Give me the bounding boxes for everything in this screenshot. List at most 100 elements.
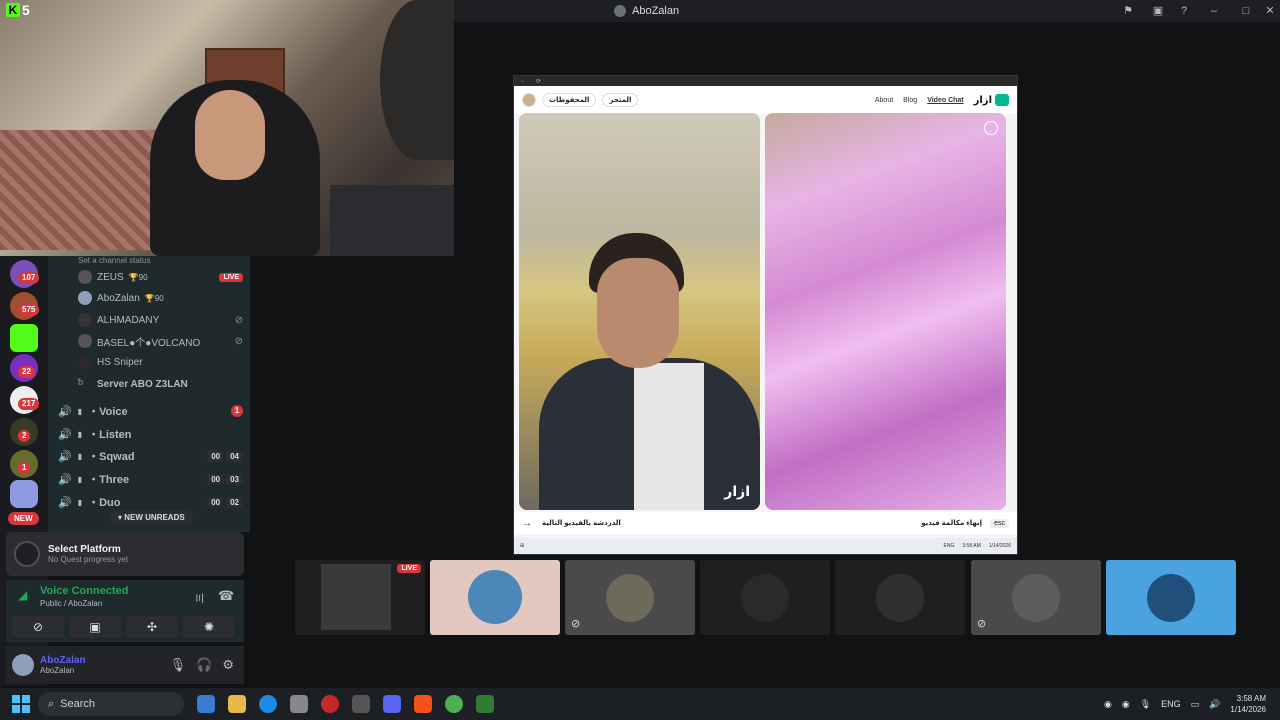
close-button[interactable]: ✕ xyxy=(1262,3,1278,19)
participant-tile[interactable]: ⊘ xyxy=(971,560,1101,635)
app-icon[interactable] xyxy=(321,695,339,713)
quest-panel[interactable]: Select Platform No Quest progress yet xyxy=(6,532,244,576)
avatar[interactable] xyxy=(522,93,536,107)
inbox-icon[interactable]: ⚑ xyxy=(1120,3,1136,19)
server-icon[interactable] xyxy=(10,480,38,508)
next-chat-label[interactable]: الدردشة بالفيديو التالية xyxy=(542,519,621,527)
activities-button[interactable]: ✣ xyxy=(126,616,178,638)
file-explorer-icon[interactable] xyxy=(228,695,246,713)
watermark: ازار xyxy=(724,483,750,499)
camera-off-button[interactable]: ⊘ xyxy=(12,616,64,638)
speaker-icon: 🔊 xyxy=(58,496,72,509)
chrome-icon[interactable] xyxy=(445,695,463,713)
voice-channel[interactable]: 🔊 ▮ ・Sqwad 00 04 xyxy=(58,446,243,466)
user-count: 00 04 xyxy=(207,450,243,462)
mic-icon[interactable]: 🎙 xyxy=(170,657,187,673)
channel-status-hint[interactable]: Set a channel status xyxy=(78,256,151,265)
disconnect-icon[interactable]: ☎ xyxy=(218,588,234,604)
nav-blog[interactable]: Blog xyxy=(903,97,917,104)
avatar xyxy=(78,313,92,327)
windows-start-icon[interactable] xyxy=(12,695,30,713)
brave-icon[interactable] xyxy=(414,695,432,713)
minimize-button[interactable]: – xyxy=(1206,3,1222,19)
taskbar-search[interactable]: ⌕ Search xyxy=(38,692,184,716)
stream-window[interactable]: ← ⟳ المحفوظات المتجر About Blog Video Cha… xyxy=(513,75,1018,555)
language-indicator[interactable]: ENG xyxy=(1161,699,1181,709)
site-brand[interactable]: ازار xyxy=(974,94,1009,106)
edge-icon[interactable] xyxy=(259,695,277,713)
new-servers-pill[interactable]: NEW xyxy=(8,512,39,525)
screen-share-icon[interactable]: ▣ xyxy=(1150,3,1166,19)
maximize-button[interactable]: □ xyxy=(1238,3,1254,19)
server-badge: 107 xyxy=(18,272,40,284)
deafened-icon: ⊘ xyxy=(977,618,987,630)
controller-icon xyxy=(14,541,40,567)
clock[interactable]: 3:58 AM 1/14/2026 xyxy=(1230,693,1266,715)
webcam-overlay: K 5 xyxy=(0,0,454,256)
voice-member[interactable]: ᵬ Server ABO Z3LAN xyxy=(78,374,243,394)
voice-channel[interactable]: 🔊 ▮ ・Listen xyxy=(58,424,243,444)
server-avatar-icon xyxy=(614,5,626,17)
voice-member[interactable]: HS Sniper xyxy=(78,352,243,372)
help-icon[interactable]: ? xyxy=(1176,3,1192,19)
headphones-icon[interactable]: 🎧 xyxy=(196,657,212,673)
brand-logo-icon xyxy=(995,94,1009,106)
voice-channel[interactable]: 🔊 ▮ ・Voice 1 xyxy=(58,401,243,421)
signal-icon: ◢ xyxy=(18,588,28,602)
gear-icon[interactable]: ⚙ xyxy=(222,657,234,673)
participant-tile[interactable] xyxy=(1106,560,1236,635)
voice-channel-name[interactable]: Public / AboZalan xyxy=(40,599,102,608)
nav-video-chat[interactable]: Video Chat xyxy=(927,97,963,104)
avatar xyxy=(1012,574,1060,622)
avatar[interactable] xyxy=(12,654,34,676)
screen-share-button[interactable]: ▣ xyxy=(69,616,121,638)
end-call-label[interactable]: إنهاء مكالمة فيديو xyxy=(921,519,982,527)
participant-tile[interactable] xyxy=(430,560,560,635)
stream-taskbar: ⊞ ENG 3:58 AM 1/14/2026 xyxy=(514,538,1017,554)
live-badge: LIVE xyxy=(219,272,243,282)
voice-channel[interactable]: 🔊 ▮ ・Three 00 03 xyxy=(58,469,243,489)
avatar xyxy=(78,270,92,284)
user-panel: AboZalan AboZalan 🎙 🎧 ⚙ xyxy=(6,646,244,684)
kick-server-icon[interactable] xyxy=(10,324,38,352)
speaker-icon: 🔊 xyxy=(58,405,72,418)
nav-about[interactable]: About xyxy=(875,97,893,104)
participant-tile[interactable]: ⊘ xyxy=(565,560,695,635)
avatar xyxy=(1147,574,1195,622)
app-icon[interactable] xyxy=(352,695,370,713)
user-count: 00 02 xyxy=(207,496,243,508)
saved-button[interactable]: المحفوظات xyxy=(542,93,597,107)
widgets-icon[interactable] xyxy=(197,695,215,713)
participant-tile[interactable]: LIVE xyxy=(295,560,425,635)
voice-member[interactable]: ALHMADANY ⊘ xyxy=(78,310,243,330)
user-display-name[interactable]: AboZalan xyxy=(40,655,86,666)
discord-icon[interactable] xyxy=(383,695,401,713)
report-icon[interactable] xyxy=(984,121,998,135)
soundboard-button[interactable]: ✺ xyxy=(183,616,235,638)
mic-icon[interactable]: 🎙 xyxy=(1140,699,1151,710)
new-unreads-pill[interactable]: ▾ NEW UNREADS xyxy=(110,510,193,525)
voice-channel[interactable]: 🔊 ▮ ・Duo 00 02 xyxy=(58,492,243,512)
volume-icon[interactable]: 🔊 xyxy=(1209,699,1220,710)
network-icon[interactable]: ▭ xyxy=(1191,699,1200,710)
back-icon[interactable]: ← xyxy=(520,78,526,84)
voice-member[interactable]: BASEL●个●VOLCANO ⊘ xyxy=(78,331,243,351)
voice-status[interactable]: Voice Connected xyxy=(40,585,128,597)
store-button[interactable]: المتجر xyxy=(602,93,639,107)
voice-member[interactable]: ZEUS 🏆90 LIVE xyxy=(78,267,243,287)
noise-suppression-icon[interactable]: 〣 xyxy=(194,590,205,606)
app-icon[interactable] xyxy=(476,695,494,713)
next-arrow-icon[interactable]: → xyxy=(522,518,532,529)
refresh-icon[interactable]: ⟳ xyxy=(536,78,541,85)
deafened-icon: ⊘ xyxy=(234,314,243,326)
avatar xyxy=(78,355,92,369)
tray-icon[interactable]: ◉ xyxy=(1122,699,1130,710)
participant-tile[interactable] xyxy=(700,560,830,635)
tray-icon[interactable]: ◉ xyxy=(1104,699,1112,710)
esc-key[interactable]: esc xyxy=(990,518,1009,528)
participant-tile[interactable] xyxy=(835,560,965,635)
voice-member[interactable]: AboZalan 🏆90 xyxy=(78,288,243,308)
store-icon[interactable] xyxy=(290,695,308,713)
avatar xyxy=(606,574,654,622)
mic-icon: ▮ xyxy=(77,497,83,507)
